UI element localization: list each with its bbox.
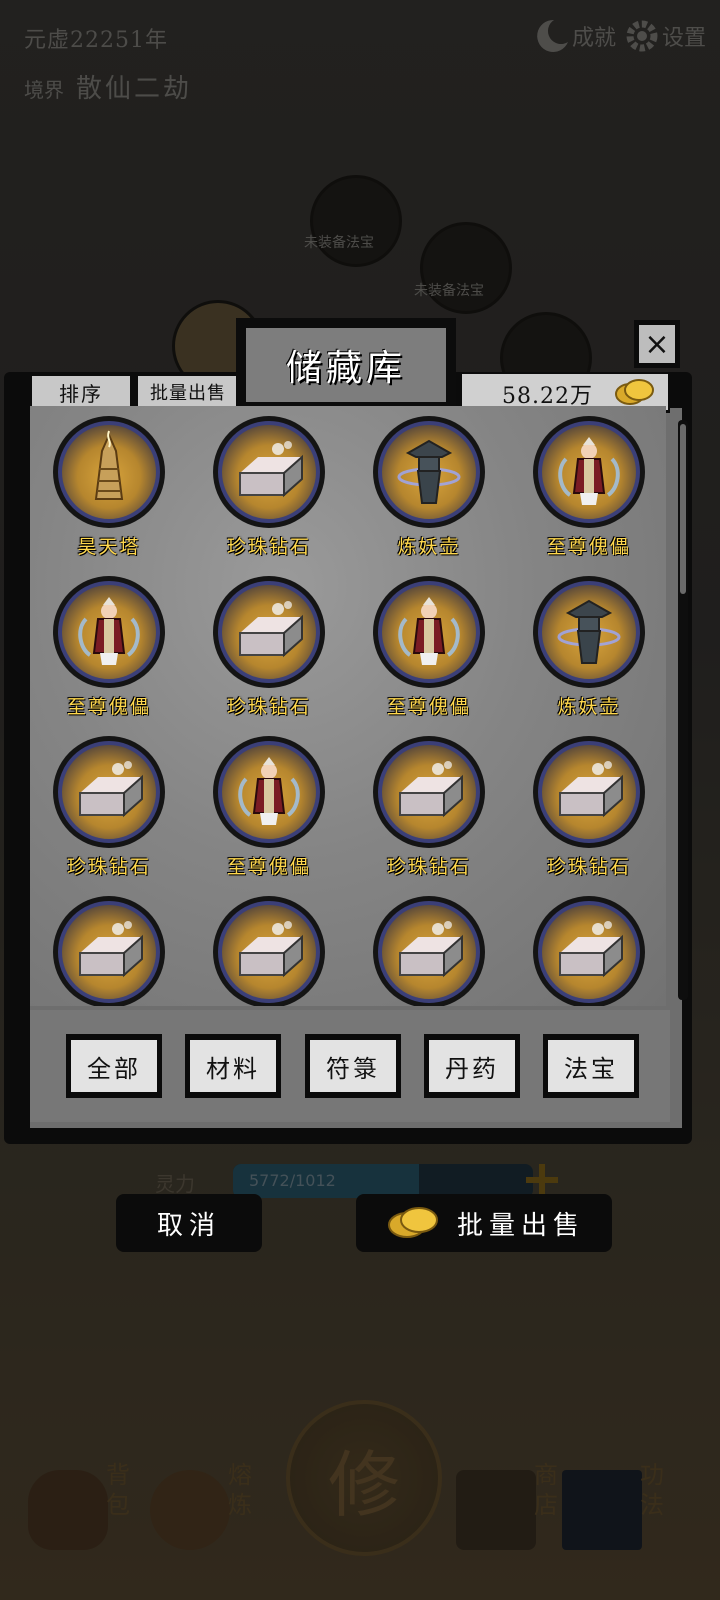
pearl-diamond-icon: [58, 901, 160, 1003]
pearl-diamond-icon: [218, 421, 320, 523]
bulk-sell-toggle-button[interactable]: 批量出售: [138, 376, 238, 408]
demon-pot-icon: [378, 421, 480, 523]
item-name: 炼妖壶: [557, 696, 621, 718]
item-name: 炼妖壶: [397, 536, 461, 558]
storage-item[interactable]: [38, 896, 188, 1006]
item-frame: [213, 576, 325, 688]
pearl-diamond-icon: [218, 901, 320, 1003]
pearl-diamond-icon: [218, 581, 320, 683]
storage-scroll-thumb[interactable]: [680, 424, 686, 594]
storage-item[interactable]: 珍珠钻石: [198, 416, 348, 571]
pearl-diamond-icon: [378, 741, 480, 843]
puppet-icon: [538, 421, 640, 523]
tab-treasures-label: 法宝: [548, 1040, 634, 1092]
sort-button[interactable]: 排序: [32, 376, 130, 408]
storage-item[interactable]: 珍珠钻石: [198, 576, 348, 731]
tab-materials-label: 材料: [190, 1040, 276, 1092]
storage-scrollbar[interactable]: [678, 420, 688, 1000]
item-frame: [533, 576, 645, 688]
tab-all[interactable]: 全部: [66, 1034, 162, 1098]
close-button[interactable]: ×: [634, 320, 680, 368]
item-frame: [373, 416, 485, 528]
storage-item[interactable]: 至尊傀儡: [358, 576, 508, 731]
item-frame: [53, 736, 165, 848]
storage-item[interactable]: [518, 896, 666, 1006]
storage-item[interactable]: 炼妖壶: [518, 576, 666, 731]
tab-all-label: 全部: [71, 1040, 157, 1092]
item-frame: [213, 896, 325, 1006]
item-frame: [533, 896, 645, 1006]
storage-item[interactable]: [198, 896, 348, 1006]
puppet-icon: [218, 741, 320, 843]
item-frame: [213, 416, 325, 528]
item-frame: [53, 896, 165, 1006]
confirm-bulk-sell-button[interactable]: 批量出售: [356, 1194, 612, 1252]
storage-title: 储藏库: [246, 328, 446, 402]
storage-modal: 排序 批量出售 58.22万 储藏库 × 昊天塔 珍珠钻石 炼妖壶 至尊傀儡 至尊傀儡珍…: [0, 0, 720, 1600]
storage-item[interactable]: [358, 896, 508, 1006]
storage-title-plate: 储藏库: [236, 318, 456, 408]
storage-item[interactable]: 炼妖壶: [358, 416, 508, 571]
tab-pills[interactable]: 丹药: [424, 1034, 520, 1098]
item-name: 珍珠钻石: [386, 856, 471, 878]
item-frame: [533, 416, 645, 528]
cancel-label: 取消: [156, 1210, 221, 1241]
item-frame: [373, 576, 485, 688]
storage-item[interactable]: 珍珠钻石: [518, 736, 666, 891]
item-frame: [53, 416, 165, 528]
item-name: 珍珠钻石: [226, 696, 311, 718]
storage-item[interactable]: 珍珠钻石: [38, 736, 188, 891]
storage-item[interactable]: 昊天塔: [38, 416, 188, 571]
storage-item[interactable]: 至尊傀儡: [518, 416, 666, 571]
pearl-diamond-icon: [538, 901, 640, 1003]
item-frame: [533, 736, 645, 848]
coin-icon: [615, 379, 654, 405]
coin-icon: [387, 1207, 438, 1238]
item-name: 至尊傀儡: [546, 536, 631, 558]
item-name: 珍珠钻石: [226, 536, 311, 558]
tower-icon: [58, 421, 160, 523]
confirm-bulk-sell-label: 批量出售: [456, 1210, 585, 1241]
demon-pot-icon: [538, 581, 640, 683]
tab-pills-label: 丹药: [429, 1040, 515, 1092]
storage-item[interactable]: 至尊傀儡: [198, 736, 348, 891]
storage-item-grid[interactable]: 昊天塔 珍珠钻石 炼妖壶 至尊傀儡 至尊傀儡 珍珠钻石 至尊傀儡 炼妖壶 珍珠钻石 至尊傀儡 珍珠钻…: [30, 406, 666, 1006]
item-name: 珍珠钻石: [546, 856, 631, 878]
cancel-button[interactable]: 取消: [116, 1194, 262, 1252]
coin-balance: 58.22万: [462, 374, 668, 410]
item-name: 至尊傀儡: [66, 696, 151, 718]
storage-item[interactable]: 珍珠钻石: [358, 736, 508, 891]
puppet-icon: [58, 581, 160, 683]
item-frame: [373, 736, 485, 848]
tab-treasures[interactable]: 法宝: [543, 1034, 639, 1098]
item-frame: [53, 576, 165, 688]
pearl-diamond-icon: [58, 741, 160, 843]
pearl-diamond-icon: [538, 741, 640, 843]
close-icon: ×: [639, 325, 675, 363]
tab-talismans[interactable]: 符箓: [305, 1034, 401, 1098]
tab-materials[interactable]: 材料: [185, 1034, 281, 1098]
tab-talismans-label: 符箓: [310, 1040, 396, 1092]
item-frame: [213, 736, 325, 848]
item-name: 至尊傀儡: [386, 696, 471, 718]
storage-item[interactable]: 至尊傀儡: [38, 576, 188, 731]
item-name: 珍珠钻石: [66, 856, 151, 878]
pearl-diamond-icon: [378, 901, 480, 1003]
item-name: 昊天塔: [77, 536, 141, 558]
puppet-icon: [378, 581, 480, 683]
item-name: 至尊傀儡: [226, 856, 311, 878]
item-frame: [373, 896, 485, 1006]
